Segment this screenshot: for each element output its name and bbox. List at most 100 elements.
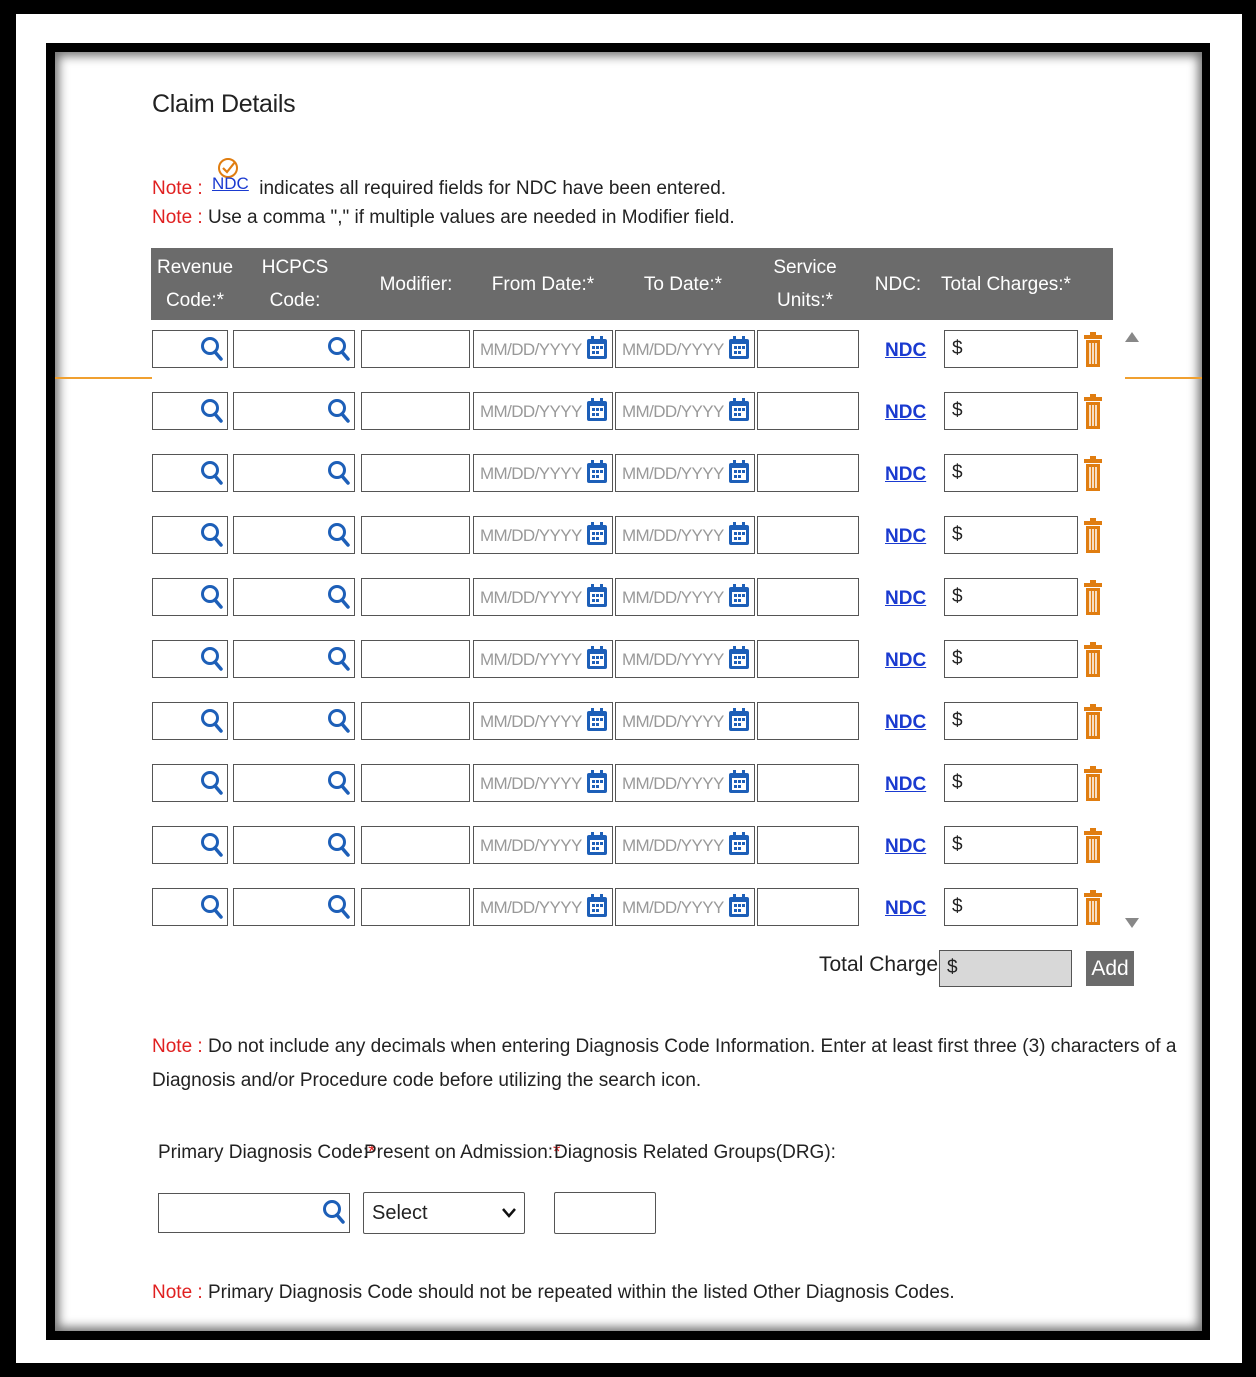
revenue-code-input[interactable] (152, 330, 228, 368)
total-charges-input[interactable]: $ (944, 702, 1078, 740)
search-icon[interactable] (327, 584, 351, 610)
primary-diagnosis-input[interactable] (158, 1193, 350, 1233)
hcpcs-code-input[interactable] (233, 516, 355, 554)
revenue-code-input[interactable] (152, 702, 228, 740)
calendar-icon[interactable] (586, 336, 608, 360)
to-date-input[interactable]: MM/DD/YYYY (615, 392, 755, 430)
calendar-icon[interactable] (586, 646, 608, 670)
modifier-input[interactable] (361, 764, 470, 802)
from-date-input[interactable]: MM/DD/YYYY (473, 516, 613, 554)
search-icon[interactable] (327, 708, 351, 734)
ndc-link[interactable]: NDC (885, 340, 926, 362)
modifier-input[interactable] (361, 640, 470, 678)
scroll-down-arrow[interactable] (1125, 918, 1139, 928)
ndc-link[interactable]: NDC (885, 898, 926, 920)
revenue-code-input[interactable] (152, 516, 228, 554)
modifier-input[interactable] (361, 454, 470, 492)
search-icon[interactable] (200, 336, 224, 362)
to-date-input[interactable]: MM/DD/YYYY (615, 330, 755, 368)
search-icon[interactable] (327, 398, 351, 424)
calendar-icon[interactable] (728, 894, 750, 918)
calendar-icon[interactable] (728, 336, 750, 360)
revenue-code-input[interactable] (152, 764, 228, 802)
search-icon[interactable] (327, 460, 351, 486)
search-icon[interactable] (200, 398, 224, 424)
calendar-icon[interactable] (728, 460, 750, 484)
revenue-code-input[interactable] (152, 578, 228, 616)
trash-icon[interactable] (1083, 704, 1103, 740)
to-date-input[interactable]: MM/DD/YYYY (615, 888, 755, 926)
search-icon[interactable] (200, 646, 224, 672)
calendar-icon[interactable] (586, 832, 608, 856)
ndc-link[interactable]: NDC (885, 774, 926, 796)
hcpcs-code-input[interactable] (233, 392, 355, 430)
search-icon[interactable] (200, 770, 224, 796)
to-date-input[interactable]: MM/DD/YYYY (615, 516, 755, 554)
search-icon[interactable] (200, 522, 224, 548)
search-icon[interactable] (327, 646, 351, 672)
search-icon[interactable] (322, 1199, 346, 1225)
revenue-code-input[interactable] (152, 826, 228, 864)
total-charges-input[interactable]: $ (944, 826, 1078, 864)
from-date-input[interactable]: MM/DD/YYYY (473, 826, 613, 864)
hcpcs-code-input[interactable] (233, 826, 355, 864)
to-date-input[interactable]: MM/DD/YYYY (615, 454, 755, 492)
from-date-input[interactable]: MM/DD/YYYY (473, 640, 613, 678)
search-icon[interactable] (200, 584, 224, 610)
scroll-up-arrow[interactable] (1125, 332, 1139, 342)
modifier-input[interactable] (361, 578, 470, 616)
to-date-input[interactable]: MM/DD/YYYY (615, 640, 755, 678)
total-charges-input[interactable]: $ (944, 764, 1078, 802)
hcpcs-code-input[interactable] (233, 578, 355, 616)
hcpcs-code-input[interactable] (233, 888, 355, 926)
total-charges-input[interactable]: $ (944, 640, 1078, 678)
calendar-icon[interactable] (728, 708, 750, 732)
service-units-input[interactable] (757, 578, 859, 616)
calendar-icon[interactable] (728, 522, 750, 546)
hcpcs-code-input[interactable] (233, 702, 355, 740)
search-icon[interactable] (200, 832, 224, 858)
service-units-input[interactable] (757, 454, 859, 492)
service-units-input[interactable] (757, 826, 859, 864)
modifier-input[interactable] (361, 516, 470, 554)
revenue-code-input[interactable] (152, 640, 228, 678)
service-units-input[interactable] (757, 888, 859, 926)
search-icon[interactable] (200, 460, 224, 486)
modifier-input[interactable] (361, 392, 470, 430)
calendar-icon[interactable] (728, 398, 750, 422)
ndc-link[interactable]: NDC (885, 588, 926, 610)
service-units-input[interactable] (757, 640, 859, 678)
ndc-link[interactable]: NDC (885, 464, 926, 486)
calendar-icon[interactable] (728, 646, 750, 670)
calendar-icon[interactable] (586, 708, 608, 732)
trash-icon[interactable] (1083, 642, 1103, 678)
search-icon[interactable] (327, 336, 351, 362)
modifier-input[interactable] (361, 826, 470, 864)
from-date-input[interactable]: MM/DD/YYYY (473, 330, 613, 368)
service-units-input[interactable] (757, 516, 859, 554)
hcpcs-code-input[interactable] (233, 764, 355, 802)
present-on-admission-select[interactable]: Select (363, 1192, 525, 1234)
trash-icon[interactable] (1083, 394, 1103, 430)
hcpcs-code-input[interactable] (233, 454, 355, 492)
total-charges-input[interactable]: $ (944, 516, 1078, 554)
calendar-icon[interactable] (586, 522, 608, 546)
total-charges-input[interactable]: $ (944, 330, 1078, 368)
from-date-input[interactable]: MM/DD/YYYY (473, 702, 613, 740)
search-icon[interactable] (327, 832, 351, 858)
trash-icon[interactable] (1083, 580, 1103, 616)
modifier-input[interactable] (361, 702, 470, 740)
to-date-input[interactable]: MM/DD/YYYY (615, 826, 755, 864)
calendar-icon[interactable] (586, 584, 608, 608)
from-date-input[interactable]: MM/DD/YYYY (473, 392, 613, 430)
ndc-link[interactable]: NDC (885, 836, 926, 858)
service-units-input[interactable] (757, 702, 859, 740)
from-date-input[interactable]: MM/DD/YYYY (473, 578, 613, 616)
calendar-icon[interactable] (728, 832, 750, 856)
modifier-input[interactable] (361, 888, 470, 926)
trash-icon[interactable] (1083, 890, 1103, 926)
drg-input[interactable] (554, 1192, 656, 1234)
from-date-input[interactable]: MM/DD/YYYY (473, 454, 613, 492)
service-units-input[interactable] (757, 330, 859, 368)
ndc-link[interactable]: NDC (885, 712, 926, 734)
